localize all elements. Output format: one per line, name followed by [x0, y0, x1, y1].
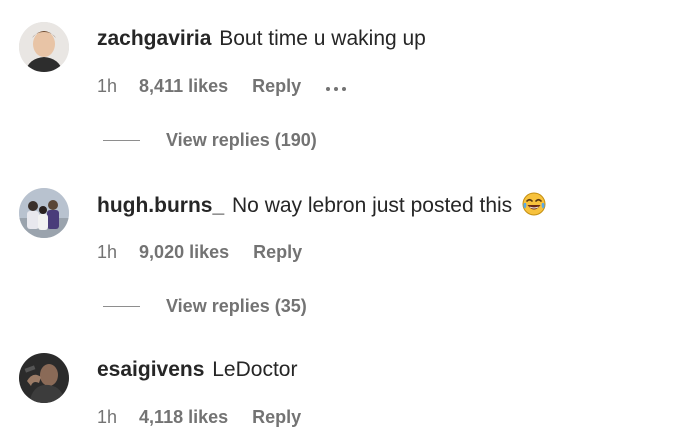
profile-photo-icon	[19, 188, 69, 238]
reply-button[interactable]: Reply	[252, 75, 301, 97]
comment-body: LeDoctor	[212, 358, 298, 381]
comment-likes[interactable]: 9,020 likes	[139, 241, 229, 263]
comment-meta: 1h 8,411 likes Reply	[97, 75, 350, 97]
comment-time: 1h	[97, 76, 118, 96]
view-replies-label: View replies (35)	[166, 296, 307, 316]
view-replies-label: View replies (190)	[166, 130, 317, 150]
profile-photo-icon	[19, 353, 69, 403]
comment-meta: 1h 4,118 likes Reply	[97, 406, 321, 428]
comment-body: No way lebron just posted this	[232, 194, 513, 217]
comment-meta: 1h 9,020 likes Reply	[97, 241, 322, 263]
divider	[103, 139, 140, 141]
comment-text-line: esaigivens LeDoctor	[97, 357, 297, 383]
profile-photo-icon	[19, 22, 69, 72]
comment-likes[interactable]: 4,118 likes	[139, 406, 228, 428]
comment-username[interactable]: esaigivens	[97, 358, 204, 381]
face-with-tears-of-joy-icon	[522, 192, 546, 216]
avatar[interactable]	[19, 22, 69, 72]
view-replies-button[interactable]: View replies (190)	[103, 129, 317, 151]
more-options-icon[interactable]	[326, 74, 350, 96]
comment-username[interactable]: hugh.burns_	[97, 194, 224, 217]
comment-time: 1h	[97, 242, 118, 262]
view-replies-button[interactable]: View replies (35)	[103, 295, 307, 317]
comment-body: Bout time u waking up	[219, 27, 426, 50]
avatar[interactable]	[19, 353, 69, 403]
comment-username[interactable]: zachgaviria	[97, 27, 211, 50]
comment-time: 1h	[97, 407, 118, 427]
comment-likes[interactable]: 8,411 likes	[139, 75, 228, 97]
avatar[interactable]	[19, 188, 69, 238]
divider	[103, 305, 140, 307]
reply-button[interactable]: Reply	[252, 406, 301, 428]
comment-text-line: hugh.burns_ No way lebron just posted th…	[97, 192, 546, 219]
reply-button[interactable]: Reply	[253, 241, 302, 263]
comment-text-line: zachgaviria Bout time u waking up	[97, 26, 426, 52]
